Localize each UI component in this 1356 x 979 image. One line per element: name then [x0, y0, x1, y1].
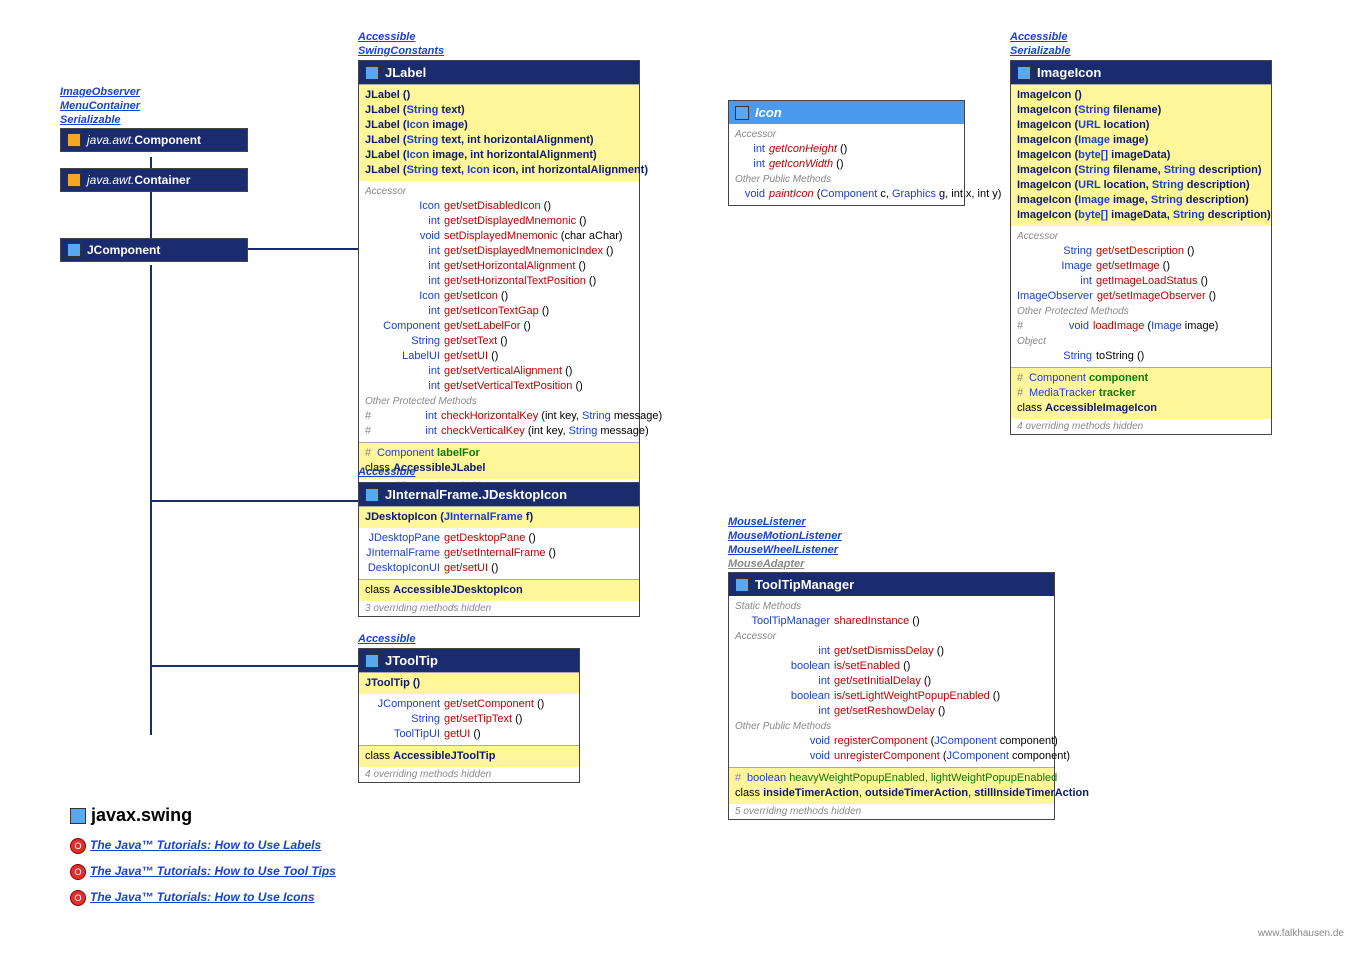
class-name: ImageIcon [1037, 65, 1101, 80]
pkg-prefix: java.awt. [87, 173, 134, 187]
class-imageicon: ImageIcon ImageIcon () ImageIcon (String… [1010, 60, 1272, 435]
icon-accessor: Accessor intgetIconHeight () intgetIconW… [729, 124, 964, 205]
link-serializable[interactable]: Serializable [1010, 44, 1071, 58]
tutorial-link-3[interactable]: OThe Java™ Tutorials: How to Use Icons [70, 890, 315, 906]
link-accessible[interactable]: Accessible [358, 30, 444, 44]
class-name: JInternalFrame.JDesktopIcon [385, 487, 567, 502]
class-icon [1017, 66, 1031, 80]
oracle-icon: O [70, 838, 86, 854]
class-name: Component [134, 133, 201, 147]
class-icon [67, 133, 81, 147]
class-icon [67, 173, 81, 187]
class-icon [67, 243, 81, 257]
interface-icon-badge [735, 106, 749, 120]
link-imageobserver[interactable]: ImageObserver [60, 85, 140, 99]
class-tooltipmanager: ToolTipManager Static Methods ToolTipMan… [728, 572, 1055, 820]
link-menucontainer[interactable]: MenuContainer [60, 99, 140, 113]
jlabel-interfaces: Accessible SwingConstants [358, 30, 444, 58]
link-accessible[interactable]: Accessible [358, 632, 415, 646]
imageicon-fields: #Component component #MediaTracker track… [1011, 367, 1271, 419]
link-swingconstants[interactable]: SwingConstants [358, 44, 444, 58]
component-interfaces: ImageObserver MenuContainer Serializable [60, 85, 140, 127]
class-icon [365, 488, 379, 502]
jtooltip-interfaces: Accessible [358, 632, 415, 646]
jlabel-ctors: JLabel () JLabel (String text) JLabel (I… [359, 84, 639, 181]
ctor: JLabel (String text, int horizontalAlign… [365, 133, 633, 148]
hidden-note: 3 overriding methods hidden [359, 601, 639, 616]
imageicon-ctors: ImageIcon () ImageIcon (String filename)… [1011, 84, 1271, 226]
section-label-protected: Other Protected Methods [365, 396, 633, 407]
class-container[interactable]: java.awt.Container [60, 168, 248, 192]
ctor: JLabel () [365, 88, 633, 103]
class-jcomponent[interactable]: JComponent [60, 238, 248, 262]
class-jdesktopicon: JInternalFrame.JDesktopIcon JDesktopIcon… [358, 482, 640, 617]
ctor: JLabel (String text, Icon icon, int hori… [365, 163, 633, 178]
link-serializable[interactable]: Serializable [60, 113, 140, 127]
ctor: JLabel (Icon image, int horizontalAlignm… [365, 148, 633, 163]
tutorial-link-1[interactable]: OThe Java™ Tutorials: How to Use Labels [70, 838, 321, 854]
link-accessible[interactable]: Accessible [358, 465, 415, 479]
class-jlabel: JLabel JLabel () JLabel (String text) JL… [358, 60, 640, 495]
ctor: JLabel (String text) [365, 103, 633, 118]
imageicon-header[interactable]: ImageIcon [1011, 61, 1271, 84]
link-mousemotionlistener[interactable]: MouseMotionListener [728, 529, 842, 543]
imageicon-interfaces: Accessible Serializable [1010, 30, 1071, 58]
class-name: JLabel [385, 65, 426, 80]
jdesktop-header[interactable]: JInternalFrame.JDesktopIcon [359, 483, 639, 506]
footer-url: www.falkhausen.de [1258, 928, 1344, 939]
class-component[interactable]: java.awt.Component [60, 128, 248, 152]
pkg-prefix: java.awt. [87, 133, 134, 147]
class-jtooltip: JToolTip JToolTip () JComponentget/setCo… [358, 648, 580, 783]
tooltipmgr-header[interactable]: ToolTipManager [729, 573, 1054, 596]
link-accessible[interactable]: Accessible [1010, 30, 1071, 44]
class-name: ToolTipManager [755, 577, 854, 592]
interface-icon: Icon Accessor intgetIconHeight () intget… [728, 100, 965, 206]
jlabel-accessor: Accessor Iconget/setDisabledIcon () intg… [359, 181, 639, 442]
package-icon [70, 808, 86, 824]
class-icon [365, 66, 379, 80]
class-icon [365, 654, 379, 668]
link-mouseadapter[interactable]: MouseAdapter [728, 557, 842, 571]
hidden-note: 4 overriding methods hidden [1011, 419, 1271, 434]
jdesktop-interfaces: Accessible [358, 465, 415, 479]
oracle-icon: O [70, 864, 86, 880]
jlabel-header[interactable]: JLabel [359, 61, 639, 84]
section-label-accessor: Accessor [365, 186, 633, 197]
interface-name: Icon [755, 105, 782, 120]
link-mouselistener[interactable]: MouseListener [728, 515, 842, 529]
icon-header[interactable]: Icon [729, 101, 964, 124]
class-icon [735, 578, 749, 592]
tooltipmgr-interfaces: MouseListener MouseMotionListener MouseW… [728, 515, 842, 571]
jtooltip-header[interactable]: JToolTip [359, 649, 579, 672]
imageicon-accessor: Accessor Stringget/setDescription () Ima… [1011, 226, 1271, 367]
tutorial-link-2[interactable]: OThe Java™ Tutorials: How to Use Tool Ti… [70, 864, 336, 880]
hidden-note: 4 overriding methods hidden [359, 767, 579, 782]
class-name: Container [134, 173, 190, 187]
hidden-note: 5 overriding methods hidden [729, 804, 1054, 819]
ctor: JLabel (Icon image) [365, 118, 633, 133]
class-name: JComponent [87, 243, 160, 257]
class-name: JToolTip [385, 653, 438, 668]
package-title: javax.swing [70, 805, 192, 826]
link-mousewheellistener[interactable]: MouseWheelListener [728, 543, 842, 557]
oracle-icon: O [70, 890, 86, 906]
